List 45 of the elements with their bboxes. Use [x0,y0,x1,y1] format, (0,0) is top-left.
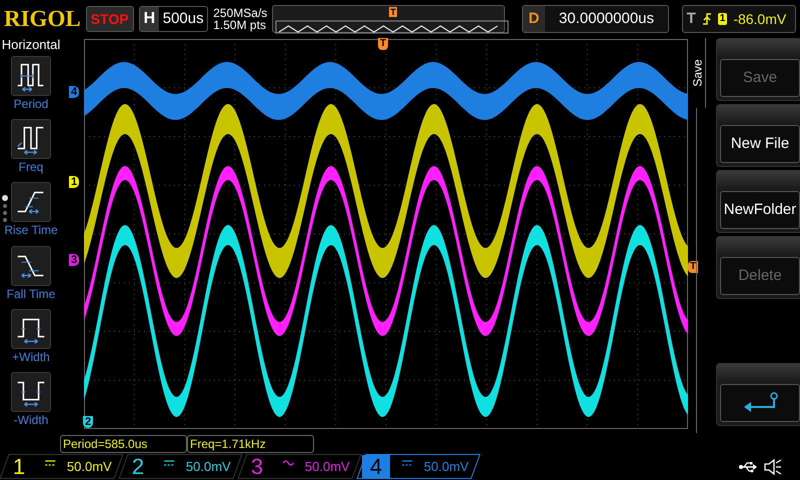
trigger-level-marker[interactable]: T [688,261,698,273]
channel-marker[interactable]: 1 [69,176,80,188]
menu-title: Save [690,59,706,87]
memory-depth: 1.50M pts [213,19,267,31]
trigger-label: T [686,8,696,29]
trigger-box[interactable]: T 1 -86.0mV [682,5,796,33]
delay-box[interactable]: D 30.0000000us [522,5,669,33]
menu-button[interactable]: Freq [0,117,62,180]
usb-icon [738,460,758,472]
sample-rate: 250MSa/s [213,7,268,19]
delay-value: 30.0000000us [558,8,656,29]
trigger-level: -86.0mV [733,10,786,28]
measurement-readout: Period=585.0us [60,435,187,453]
menu-button[interactable]: NewFolder [716,170,800,233]
timebase-label: H [140,7,160,31]
trigger-position-marker: T [389,7,397,17]
dc-coupling-icon [163,458,176,466]
brand-logo: RIGOL [4,5,81,33]
timebase-box[interactable]: H 500us [138,6,208,32]
trigger-source: 1 [718,13,728,25]
ac-coupling-icon [282,458,294,466]
rising-edge-icon [702,12,712,26]
delay-label: D [522,6,546,32]
menu-button[interactable]: Period [0,54,62,118]
menu-button[interactable]: +Width [0,306,62,370]
channel-marker[interactable]: 4 [69,86,80,98]
run-status[interactable]: STOP [86,6,134,32]
menu-title: Horizontal [2,37,60,53]
menu-button[interactable]: New File [716,104,800,167]
return-button[interactable] [716,363,800,426]
dc-coupling-icon [44,458,56,466]
channel-marker[interactable]: 2 [83,416,94,428]
channel-button[interactable]: 4 50.0mV [356,454,481,479]
channel-marker[interactable]: 3 [69,254,80,266]
channel-button[interactable]: 3 50.0mV [237,454,362,479]
menu-button[interactable]: Rise Time [0,180,62,244]
menu-button[interactable]: -Width [0,370,62,434]
menu-button[interactable]: Fall Time [0,244,62,307]
channel-button[interactable]: 1 50.0mV [0,454,124,479]
measurement-readout: Freq=1.71kHz [187,435,314,453]
timebase-value: 500us [162,8,205,29]
speaker-icon [764,458,782,474]
dc-coupling-icon [401,458,414,466]
trigger-position-marker[interactable]: T [378,38,388,50]
channel-button[interactable]: 2 50.0mV [118,454,243,479]
